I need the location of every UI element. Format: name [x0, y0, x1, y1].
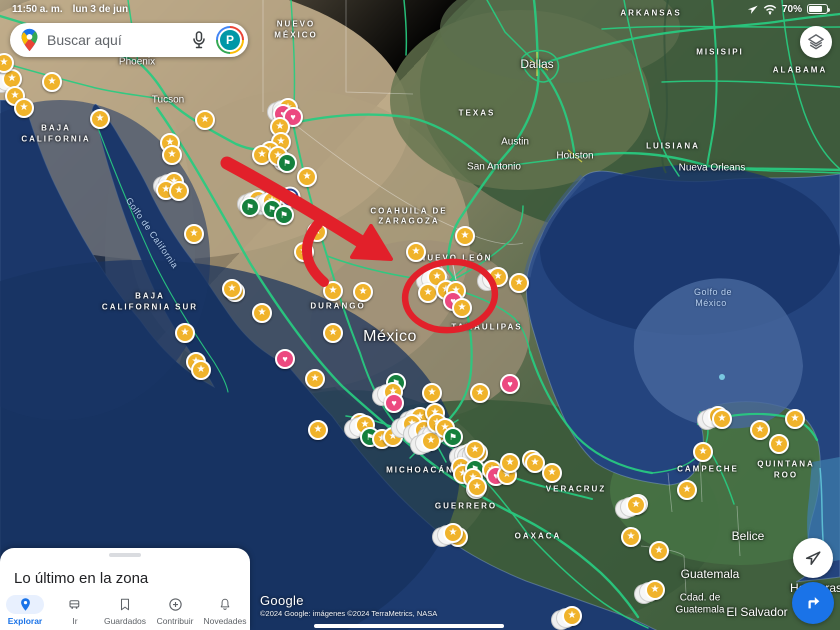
directions-button[interactable] [792, 582, 834, 624]
marker-flag[interactable]: ⚑ [240, 197, 260, 217]
account-avatar[interactable]: P [216, 26, 244, 54]
marker-star[interactable]: ★ [500, 453, 520, 473]
marker-star[interactable]: ★ [294, 242, 314, 262]
google-logo: Google [260, 593, 304, 608]
marker-heart[interactable]: ♥ [500, 374, 520, 394]
marker-star[interactable]: ★ [307, 222, 327, 242]
marker-star[interactable]: ★ [785, 409, 805, 429]
map-markers: ★★★★★★★★★★★★★★★★★★★♥♥★★★★★★⚑★★★⚑⚑⚑★★★★★★… [0, 0, 840, 630]
marker-star[interactable]: ★ [305, 369, 325, 389]
marker-star[interactable]: ★ [422, 383, 442, 403]
marker-star[interactable]: ★ [467, 477, 487, 497]
marker-star[interactable]: ★ [90, 109, 110, 129]
directions-icon [808, 597, 820, 609]
navigation-arrow-icon [805, 551, 821, 565]
marker-star[interactable]: ★ [769, 434, 789, 454]
map-attribution: Google ©2024 Google: imágenes ©2024 Terr… [260, 593, 437, 618]
marker-star[interactable]: ★ [406, 242, 426, 262]
marker-cluster[interactable]: ★ [562, 606, 582, 626]
marker-star[interactable]: ★ [184, 224, 204, 244]
mic-button[interactable] [188, 29, 210, 51]
marker-star[interactable]: ★ [750, 420, 770, 440]
add-circle-icon [156, 595, 194, 614]
marker-cluster[interactable]: ★ [645, 580, 665, 600]
bookmark-icon [106, 595, 144, 614]
marker-cluster[interactable]: ★ [443, 523, 463, 543]
marker-star[interactable]: ★ [470, 383, 490, 403]
marker-star[interactable]: ★ [323, 323, 343, 343]
bottom-nav: Explorar Ir Guardados Contribuir Novedad… [0, 595, 250, 626]
google-maps-pin-icon [21, 28, 38, 52]
marker-star[interactable]: ★ [509, 273, 529, 293]
search-input[interactable]: Buscar aquí [47, 32, 188, 48]
marker-star[interactable]: ★ [649, 541, 669, 561]
date: lun 3 de jun [72, 3, 129, 15]
marker-star[interactable]: ★ [42, 72, 62, 92]
marker-flag[interactable]: ⚑ [277, 153, 297, 173]
battery-percent: 70% [781, 3, 802, 15]
marker-star[interactable]: ★ [455, 226, 475, 246]
marker-star[interactable]: ★ [162, 145, 182, 165]
nav-tab-explorar[interactable]: Explorar [0, 595, 50, 626]
marker-star[interactable]: ★ [252, 303, 272, 323]
marker-star[interactable]: ★ [452, 298, 472, 318]
marker-star[interactable]: ★ [308, 420, 328, 440]
nav-tab-contribuir[interactable]: Contribuir [150, 595, 200, 626]
sheet-title: Lo último en la zona [14, 570, 149, 587]
google-maps-app: Phoenix Tucson NUEVO MÉXICO Dallas TEXAS Austi… [0, 0, 840, 630]
marker-star[interactable]: ★ [383, 427, 403, 447]
marker-star[interactable]: ★ [195, 110, 215, 130]
marker-star[interactable]: ★ [465, 440, 485, 460]
marker-star[interactable]: ★ [677, 480, 697, 500]
explore-pin-icon [6, 595, 44, 614]
marker-star[interactable]: ★ [323, 281, 343, 301]
wifi-icon [763, 4, 777, 15]
bell-icon [206, 595, 244, 614]
marker-heart[interactable]: ♥ [275, 349, 295, 369]
marker-star[interactable]: ★ [353, 282, 373, 302]
marker-flag[interactable]: ⚑ [443, 427, 463, 447]
commute-icon [56, 595, 94, 614]
marker-star[interactable]: ★ [693, 442, 713, 462]
marker-cluster[interactable]: ★ [626, 495, 646, 515]
nav-tab-guardados[interactable]: Guardados [100, 595, 150, 626]
marker-star[interactable]: ★ [191, 360, 211, 380]
sheet-drag-handle[interactable] [109, 553, 141, 557]
marker-heart[interactable]: ♥ [384, 393, 404, 413]
my-location-button[interactable] [793, 538, 833, 578]
search-bar[interactable]: Buscar aquí P [10, 23, 248, 57]
marker-star[interactable]: ★ [621, 527, 641, 547]
marker-star[interactable]: ★ [14, 98, 34, 118]
marker-flag[interactable]: ⚑ [274, 205, 294, 225]
marker-cluster[interactable]: ★ [488, 267, 508, 287]
marker-star[interactable]: ★ [418, 283, 438, 303]
status-bar: 11:50 a. m. lun 3 de jun 70% [0, 0, 840, 18]
marker-star[interactable]: ★ [712, 409, 732, 429]
clock: 11:50 a. m. [12, 3, 63, 15]
marker-star[interactable]: ★ [169, 181, 189, 201]
marker-star[interactable]: ★ [297, 167, 317, 187]
nav-tab-novedades[interactable]: Novedades [200, 595, 250, 626]
layers-button[interactable] [800, 26, 832, 58]
bottom-sheet: Lo último en la zona Explorar Ir Guardad… [0, 548, 250, 630]
battery-icon [807, 4, 830, 14]
copyright-line: ©2024 Google: imágenes ©2024 TerraMetric… [260, 609, 438, 618]
layers-icon [808, 34, 824, 50]
marker-star[interactable]: ★ [222, 279, 242, 299]
marker-star[interactable]: ★ [175, 323, 195, 343]
marker-star[interactable]: ★ [542, 463, 562, 483]
nav-tab-ir[interactable]: Ir [50, 595, 100, 626]
home-indicator[interactable] [314, 624, 504, 628]
location-services-icon [747, 5, 758, 14]
